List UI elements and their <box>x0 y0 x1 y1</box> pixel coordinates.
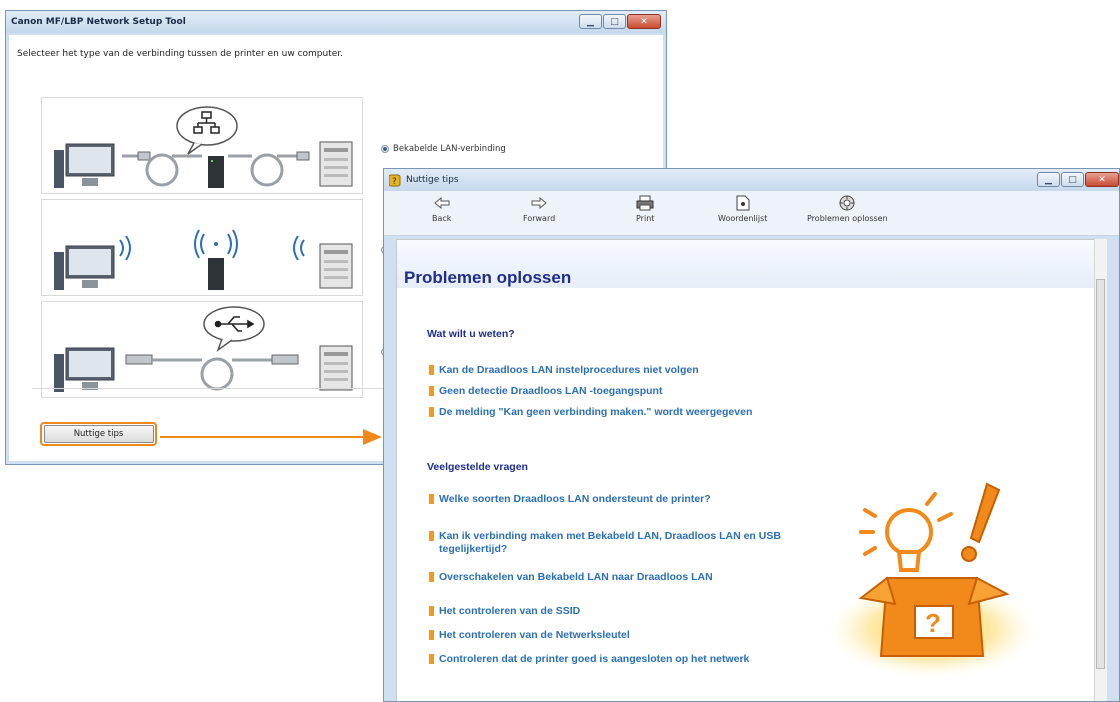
help-toolbar: Back Forward Print Woordenlijst Probleme… <box>384 191 1119 236</box>
lightbulb-icon <box>859 492 953 572</box>
printer-icon <box>636 195 654 211</box>
setup-window-controls: ▁ □ ✕ <box>579 14 661 29</box>
page-title: Problemen oplossen <box>404 268 572 287</box>
bullet-icon <box>429 654 434 664</box>
wired-lan-panel[interactable] <box>41 97 363 194</box>
troubleshooting-label: Problemen oplossen <box>807 214 888 223</box>
minimize-button[interactable]: ▁ <box>1037 172 1060 187</box>
instruction-text: Selecteer het type van de verbinding tus… <box>17 49 344 59</box>
svg-text:?: ? <box>925 608 941 638</box>
help-link[interactable]: Het controleren van de Netwerksleutel <box>429 629 799 642</box>
forward-button[interactable]: Forward <box>523 195 555 223</box>
help-content: Problemen oplossen Wat wilt u weten? Kan… <box>396 239 1107 701</box>
close-button[interactable]: ✕ <box>1085 172 1119 187</box>
help-icon: ? <box>388 174 402 187</box>
wireless-signal-icon <box>119 235 131 261</box>
tips-window-title: Nuttige tips <box>406 175 459 185</box>
wireless-lan-panel[interactable] <box>41 199 363 296</box>
radio-selected-icon[interactable] <box>381 145 389 153</box>
glossary-label: Woordenlijst <box>718 214 768 223</box>
troubleshooting-button[interactable]: Problemen oplossen <box>807 195 888 223</box>
print-label: Print <box>636 214 655 223</box>
bullet-icon <box>429 386 434 396</box>
help-link[interactable]: Het controleren van de SSID <box>429 605 799 618</box>
glossary-icon <box>736 195 750 211</box>
help-link[interactable]: Kan ik verbinding maken met Bekabeld LAN… <box>429 530 799 556</box>
scrollbar-thumb[interactable] <box>1096 279 1105 669</box>
tips-window: ? Nuttige tips ▁ □ ✕ Back Forward Print <box>383 168 1120 702</box>
useful-tips-button[interactable]: Nuttige tips <box>43 425 154 443</box>
tips-box-illustration: ? <box>827 482 1037 678</box>
bullet-icon <box>429 630 434 640</box>
bullet-icon <box>429 365 434 375</box>
glossary-button[interactable]: Woordenlijst <box>718 195 767 223</box>
help-link[interactable]: Overschakelen van Bekabeld LAN naar Draa… <box>429 571 799 584</box>
print-button[interactable]: Print <box>636 195 654 223</box>
bullet-icon <box>429 494 434 504</box>
tips-window-controls: ▁ □ ✕ <box>1037 172 1119 187</box>
bullet-icon <box>429 531 434 541</box>
svg-text:?: ? <box>392 177 397 187</box>
callout-arrow <box>160 429 382 445</box>
help-link[interactable]: Kan de Draadloos LAN instelprocedures ni… <box>429 364 799 377</box>
tips-titlebar: ? Nuttige tips <box>384 169 1119 191</box>
help-link[interactable]: De melding "Kan geen verbinding maken." … <box>429 406 799 419</box>
maximize-button[interactable]: □ <box>603 14 626 29</box>
section-faq: Veelgestelde vragen <box>427 461 528 473</box>
bullet-icon <box>429 606 434 616</box>
maximize-button[interactable]: □ <box>1061 172 1084 187</box>
setup-window-title: Canon MF/LBP Network Setup Tool <box>11 17 186 27</box>
setup-titlebar: Canon MF/LBP Network Setup Tool <box>6 11 666 33</box>
vertical-scrollbar[interactable] <box>1094 239 1107 701</box>
wired-lan-label: Bekabelde LAN-verbinding <box>393 144 506 154</box>
bullet-icon <box>429 572 434 582</box>
help-link[interactable]: Geen detectie Draadloos LAN -toegangspun… <box>429 385 799 398</box>
wired-lan-option[interactable]: Bekabelde LAN-verbinding <box>381 144 506 154</box>
help-link[interactable]: Controleren dat de printer goed is aange… <box>429 653 799 666</box>
close-button[interactable]: ✕ <box>627 14 661 29</box>
forward-arrow-icon <box>531 195 547 211</box>
forward-label: Forward <box>523 214 556 223</box>
section-what-to-know: Wat wilt u weten? <box>427 328 515 340</box>
wireless-lan-illustration <box>54 229 353 290</box>
help-link[interactable]: Welke soorten Draadloos LAN ondersteunt … <box>429 493 799 506</box>
minimize-button[interactable]: ▁ <box>579 14 602 29</box>
back-label: Back <box>432 214 452 223</box>
exclamation-icon <box>961 482 1001 562</box>
usb-panel[interactable] <box>41 301 363 398</box>
usb-illustration <box>54 306 353 392</box>
back-button[interactable]: Back <box>432 195 451 223</box>
troubleshooting-icon <box>839 195 855 211</box>
back-arrow-icon <box>433 195 450 211</box>
tips-button-highlight[interactable]: Nuttige tips <box>40 422 157 446</box>
bullet-icon <box>429 407 434 417</box>
wired-lan-illustration <box>54 106 353 188</box>
